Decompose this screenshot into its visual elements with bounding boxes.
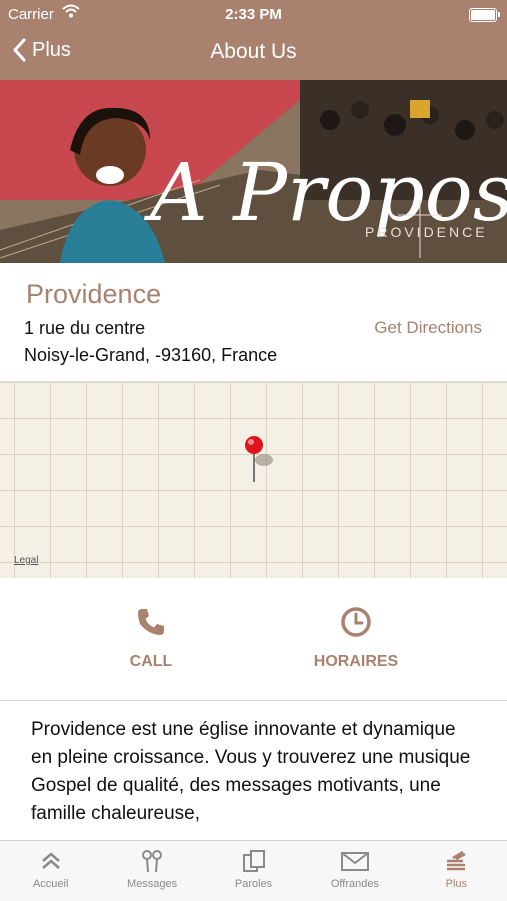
church-name: Providence [26, 279, 162, 309]
church-description: Providence est une église innovante et d… [31, 719, 471, 824]
envelope-icon [340, 852, 369, 871]
brand-text: PROVIDENCE [365, 224, 488, 240]
tab-label: Messages [127, 878, 178, 890]
status-bar: Carrier 2:33 PM [0, 0, 507, 30]
tab-label: Paroles [234, 878, 273, 890]
tab-offrandes[interactable]: Offrandes [304, 841, 405, 901]
navigation-bar: Carrier 2:33 PM Plus About Us [0, 0, 507, 80]
battery-icon [469, 8, 500, 22]
pages-icon [242, 850, 265, 872]
hero-banner: A Propos PROVIDENCE [0, 80, 507, 263]
page-title: About Us [210, 40, 297, 63]
address-line-1: 1 rue du centre [24, 318, 146, 338]
tab-accueil[interactable]: Accueil [0, 841, 101, 901]
tab-label: Accueil [32, 878, 69, 890]
map-view[interactable]: Legal [0, 381, 507, 580]
chevrons-up-icon [41, 852, 60, 869]
map-pin-icon[interactable] [238, 434, 274, 488]
banner-artwork: A Propos PROVIDENCE [0, 80, 507, 263]
clock: 2:33 PM [225, 6, 282, 23]
hours-label: HORAIRES [313, 653, 399, 670]
tab-label: Plus [445, 878, 468, 890]
hours-button[interactable]: HORAIRES [266, 606, 446, 671]
legal-link[interactable]: Legal [14, 555, 38, 566]
stack-icon [447, 850, 466, 871]
call-button[interactable]: CALL [61, 606, 241, 671]
tab-bar: Accueil Messages Paroles Offrandes Plus [0, 840, 507, 901]
tab-messages[interactable]: Messages [101, 841, 202, 901]
microphones-icon [142, 850, 163, 873]
address-line-2: Noisy-le-Grand, -93160, France [24, 345, 278, 365]
call-label: CALL [129, 653, 173, 670]
tab-plus[interactable]: Plus [406, 841, 507, 901]
location-info: Providence 1 rue du centre Noisy-le-Gran… [0, 263, 507, 381]
clock-icon [341, 607, 371, 637]
get-directions-link[interactable]: Get Directions [374, 318, 482, 338]
tab-paroles[interactable]: Paroles [203, 841, 304, 901]
phone-icon [138, 609, 164, 635]
tab-label: Offrandes [330, 878, 379, 890]
action-bar: CALL HORAIRES [0, 578, 507, 701]
